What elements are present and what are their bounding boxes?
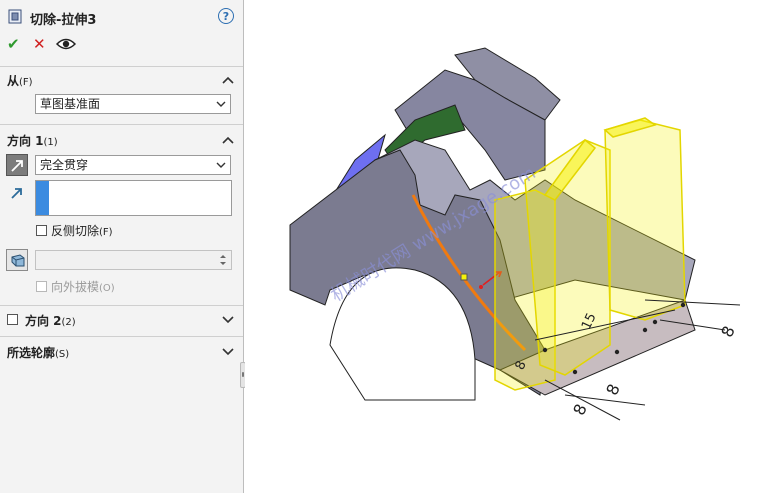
selection-focus-bar — [36, 181, 49, 215]
draft-outward-key: (O) — [99, 283, 115, 294]
feature-title: 切除-拉伸3 — [30, 13, 97, 28]
reverse-direction-button[interactable] — [6, 154, 28, 176]
from-key: (F) — [19, 77, 33, 88]
direction1-section-header[interactable]: 方向 1(1) — [7, 132, 58, 149]
flip-side-text: 反侧切除 — [51, 224, 100, 238]
separator — [0, 305, 243, 306]
help-icon[interactable]: ? — [218, 8, 234, 24]
end-condition-value: 完全贯穿 — [40, 158, 89, 172]
direction-vector-icon — [11, 188, 22, 199]
direction2-label: 方向 2 — [25, 314, 62, 328]
from-select[interactable]: 草图基准面 — [35, 94, 231, 114]
ok-button[interactable]: ✔ — [7, 36, 20, 52]
draft-icon — [11, 254, 25, 267]
draft-button[interactable] — [6, 249, 28, 271]
spinner-icon[interactable] — [218, 253, 228, 267]
direction-selection-box[interactable] — [35, 180, 232, 216]
property-manager: 切除-拉伸3 ? ✔ ✕ 从(F) 草图基准面 方向 1(1) 完全贯穿 反侧切… — [0, 0, 246, 493]
direction1-label: 方向 1 — [7, 134, 44, 148]
flip-side-key: (F) — [99, 227, 113, 238]
direction1-key: (1) — [43, 137, 58, 148]
direction2-key: (2) — [61, 317, 76, 328]
chevron-down-icon[interactable] — [222, 314, 234, 324]
panel-header: 切除-拉伸3 ? ✔ ✕ — [0, 0, 243, 62]
end-condition-select[interactable]: 完全贯穿 — [35, 155, 231, 175]
selected-contours-label: 所选轮廓 — [7, 346, 56, 360]
selected-contours-header[interactable]: 所选轮廓(S) — [7, 344, 69, 361]
triad-origin — [479, 285, 483, 289]
model-render — [289, 47, 741, 421]
draft-outward-text: 向外拔模 — [51, 280, 100, 294]
chevron-down-icon[interactable] — [222, 346, 234, 356]
from-section-header[interactable]: 从(F) — [7, 72, 33, 89]
chevron-up-icon[interactable] — [222, 135, 234, 145]
draft-angle-input[interactable] — [35, 250, 232, 270]
chevron-up-icon[interactable] — [222, 75, 234, 85]
graphics-viewport[interactable]: 8 8 8 15 8 机械时代网 www.jxage.com — [245, 0, 758, 493]
direction2-checkbox[interactable] — [7, 314, 18, 325]
from-select-value: 草图基准面 — [40, 97, 101, 111]
separator — [0, 66, 243, 67]
preview-eye-icon[interactable] — [56, 37, 76, 51]
flip-side-checkbox[interactable] — [36, 225, 47, 236]
chevron-down-icon — [216, 162, 226, 168]
cancel-button[interactable]: ✕ — [33, 36, 46, 52]
separator — [0, 336, 243, 337]
direction2-section-header[interactable]: 方向 2(2) — [25, 312, 76, 329]
cut-extrude-icon — [8, 9, 22, 24]
draft-outward-label: 向外拔模(O) — [51, 278, 115, 295]
extrude-preview-3 — [604, 119, 686, 321]
selected-contours-key: (S) — [55, 349, 70, 360]
from-label: 从 — [7, 74, 20, 88]
separator — [0, 124, 243, 125]
flip-side-label[interactable]: 反侧切除(F) — [51, 222, 113, 239]
draft-outward-checkbox[interactable] — [36, 281, 47, 292]
sketch-point[interactable] — [460, 273, 468, 281]
reverse-direction-icon — [11, 160, 23, 172]
handle-grip — [242, 372, 244, 377]
chevron-down-icon — [216, 101, 226, 107]
